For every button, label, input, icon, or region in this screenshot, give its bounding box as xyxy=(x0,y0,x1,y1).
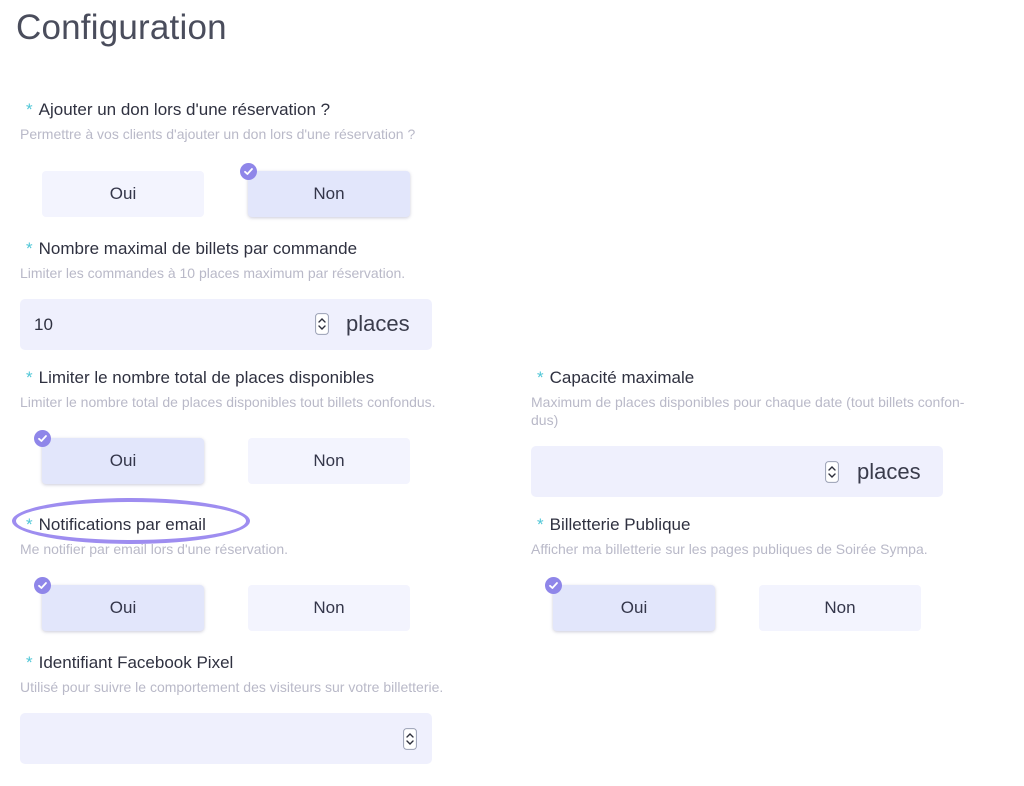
capacity-label: * Capacité maximale xyxy=(537,368,694,388)
required-star: * xyxy=(537,368,544,387)
max-tickets-label: * Nombre maximal de billets par commande xyxy=(26,239,357,259)
public-ticketing-yes-button[interactable]: Oui xyxy=(545,577,715,631)
page-title: Configuration xyxy=(16,8,227,47)
public-ticketing-label-text: Billetterie Publique xyxy=(549,515,691,534)
spinner-arrows-icon[interactable] xyxy=(403,728,417,750)
max-tickets-value: 10 xyxy=(34,315,53,334)
notifications-no-button[interactable]: Non xyxy=(248,585,410,631)
required-star: * xyxy=(26,239,33,258)
notifications-yes-button[interactable]: Oui xyxy=(34,577,204,631)
capacity-help: Maximum de places disponibles pour chaqu… xyxy=(531,393,964,429)
capacity-unit: places xyxy=(857,459,921,484)
notifications-help: Me notifier par email lors d'une réserva… xyxy=(20,541,289,557)
donation-no-button[interactable]: Non xyxy=(240,163,410,217)
public-ticketing-help: Afficher ma billetterie sur les pages pu… xyxy=(531,541,928,557)
public-ticketing-no-button[interactable]: Non xyxy=(759,585,921,631)
limit-total-no-label: Non xyxy=(313,451,345,470)
required-star: * xyxy=(26,100,33,119)
donation-label: * Ajouter un don lors d'une réservation ? xyxy=(26,100,330,120)
public-ticketing-yes-label: Oui xyxy=(620,598,648,617)
required-star: * xyxy=(26,515,33,534)
notifications-label-text: Notifications par email xyxy=(38,515,206,534)
required-star: * xyxy=(26,653,33,672)
required-star: * xyxy=(26,368,33,387)
capacity-help-line2: dus) xyxy=(531,412,559,428)
limit-total-yes-label: Oui xyxy=(109,451,137,470)
max-tickets-label-text: Nombre maximal de billets par commande xyxy=(38,239,358,258)
limit-total-help: Limiter le nombre total de places dispon… xyxy=(20,394,436,410)
facebook-pixel-help: Utilisé pour suivre le comportement des … xyxy=(20,679,444,695)
limit-total-no-button[interactable]: Non xyxy=(248,438,410,484)
max-tickets-input[interactable]: 10 places xyxy=(20,299,432,350)
check-icon xyxy=(545,577,562,594)
facebook-pixel-label-text: Identifiant Facebook Pixel xyxy=(38,653,234,672)
public-ticketing-no-label: Non xyxy=(824,598,856,617)
check-icon xyxy=(34,577,51,594)
notifications-label: * Notifications par email xyxy=(26,515,206,535)
notifications-yes-label: Oui xyxy=(109,598,137,617)
limit-total-yes-button[interactable]: Oui xyxy=(34,430,204,484)
capacity-label-text: Capacité maximale xyxy=(549,368,695,387)
check-icon xyxy=(34,430,51,447)
capacity-input[interactable]: places xyxy=(531,446,943,497)
public-ticketing-label: * Billetterie Publique xyxy=(537,515,690,535)
donation-yes-label: Oui xyxy=(109,184,137,203)
facebook-pixel-label: * Identifiant Facebook Pixel xyxy=(26,653,233,673)
max-tickets-help: Limiter les commandes à 10 places maximu… xyxy=(20,265,406,281)
donation-yes-button[interactable]: Oui xyxy=(42,171,204,217)
spinner-arrows-icon[interactable] xyxy=(315,313,329,335)
capacity-help-line1: Maximum de places disponibles pour chaqu… xyxy=(531,394,965,410)
spinner-arrows-icon[interactable] xyxy=(825,461,839,483)
notifications-no-label: Non xyxy=(313,598,345,617)
donation-label-text: Ajouter un don lors d'une réservation ? xyxy=(38,100,331,119)
check-icon xyxy=(240,163,257,180)
limit-total-label-text: Limiter le nombre total de places dispon… xyxy=(38,368,375,387)
donation-help: Permettre à vos clients d'ajouter un don… xyxy=(20,126,416,142)
required-star: * xyxy=(537,515,544,534)
donation-no-label: Non xyxy=(313,184,345,203)
max-tickets-unit: places xyxy=(346,311,410,336)
facebook-pixel-input[interactable] xyxy=(20,713,432,764)
limit-total-label: * Limiter le nombre total de places dispo… xyxy=(26,368,374,388)
